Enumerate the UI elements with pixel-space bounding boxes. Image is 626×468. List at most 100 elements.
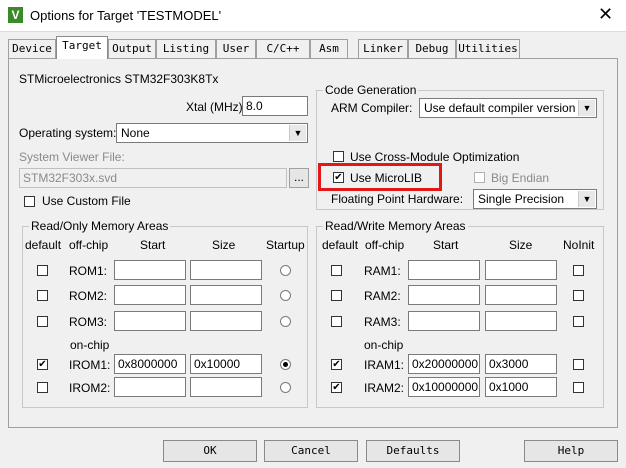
rom-size-input[interactable] [190, 377, 262, 397]
ram-group-title: Read/Write Memory Areas [323, 219, 468, 233]
cross-module-label: Use Cross-Module Optimization [350, 150, 520, 164]
fp-select[interactable]: Single Precision ▼ [473, 189, 597, 209]
microlib-checkbox[interactable]: ✔ [333, 172, 344, 183]
ram-default-checkbox[interactable] [331, 265, 342, 276]
tab-target[interactable]: Target [56, 36, 108, 59]
ram-default-checkbox[interactable] [331, 290, 342, 301]
tab-listing[interactable]: Listing [156, 39, 216, 58]
rom-startup-radio[interactable] [280, 382, 291, 393]
xtal-label: Xtal (MHz): [186, 100, 246, 114]
rom-col-size: Size [212, 238, 236, 252]
ram-onchip-label: on-chip [364, 338, 404, 352]
ram-col-size: Size [509, 238, 533, 252]
ram-row-name: RAM1: [364, 264, 401, 278]
rom-default-checkbox[interactable] [37, 382, 48, 393]
rom-size-input[interactable]: 0x10000 [190, 354, 262, 374]
os-label: Operating system: [19, 126, 117, 140]
chevron-down-icon[interactable]: ▼ [578, 100, 595, 116]
ram-size-input[interactable]: 0x3000 [485, 354, 557, 374]
big-endian-label: Big Endian [491, 171, 550, 185]
big-endian-checkbox[interactable] [474, 172, 485, 183]
ram-noinit-checkbox[interactable] [573, 290, 584, 301]
help-button[interactable]: Help [524, 440, 618, 462]
tab-debug[interactable]: Debug [408, 39, 456, 58]
compiler-select[interactable]: Use default compiler version 5 ▼ [419, 98, 597, 118]
rom-default-checkbox[interactable] [37, 290, 48, 301]
browse-button[interactable]: ... [289, 168, 309, 188]
rom-start-input[interactable] [114, 311, 186, 331]
ram-noinit-checkbox[interactable] [573, 382, 584, 393]
chevron-down-icon[interactable]: ▼ [289, 125, 306, 141]
tab-device[interactable]: Device [8, 39, 56, 58]
ram-row-name: IRAM2: [364, 381, 405, 395]
rom-row-name: ROM1: [69, 264, 108, 278]
ram-default-checkbox[interactable]: ✔ [331, 359, 342, 370]
rom-size-input[interactable] [190, 285, 262, 305]
tab-linker[interactable]: Linker [358, 39, 408, 58]
ram-default-checkbox[interactable] [331, 316, 342, 327]
ram-default-checkbox[interactable]: ✔ [331, 382, 342, 393]
tab-user[interactable]: User [216, 39, 256, 58]
xtal-input[interactable]: 8.0 [242, 96, 308, 116]
cancel-button[interactable]: Cancel [264, 440, 358, 462]
ram-col-start: Start [433, 238, 459, 252]
rom-row-name: IROM2: [69, 381, 111, 395]
ram-col-default: default [322, 238, 359, 252]
rom-default-checkbox[interactable] [37, 265, 48, 276]
fp-select-value: Single Precision [478, 192, 565, 206]
rom-size-input[interactable] [190, 311, 262, 331]
ram-size-input[interactable] [485, 285, 557, 305]
os-select-value: None [121, 126, 150, 140]
ram-noinit-checkbox[interactable] [573, 316, 584, 327]
ram-noinit-checkbox[interactable] [573, 359, 584, 370]
ram-row-name: IRAM1: [364, 358, 405, 372]
keil-uvision-icon: V [8, 7, 23, 23]
ram-start-input[interactable]: 0x10000000 [408, 377, 480, 397]
defaults-button[interactable]: Defaults [366, 440, 460, 462]
ram-noinit-checkbox[interactable] [573, 265, 584, 276]
tab-utilities[interactable]: Utilities [456, 39, 520, 58]
options-dialog: V Options for Target 'TESTMODEL' ✕ Devic… [0, 0, 626, 468]
ram-start-input[interactable] [408, 260, 480, 280]
rom-row-name: IROM1: [69, 358, 111, 372]
rom-size-input[interactable] [190, 260, 262, 280]
rom-startup-radio[interactable] [280, 290, 291, 301]
cross-module-checkbox[interactable] [333, 151, 344, 162]
ram-col-noinit: NoInit [563, 238, 595, 252]
rom-col-startup: Startup [266, 238, 305, 252]
ram-start-input[interactable] [408, 311, 480, 331]
ram-row-name: RAM3: [364, 315, 401, 329]
ram-col-offchip: off-chip [365, 238, 405, 252]
ram-size-input[interactable]: 0x1000 [485, 377, 557, 397]
rom-col-default: default [25, 238, 62, 252]
tab-output[interactable]: Output [108, 39, 156, 58]
title-bar: V Options for Target 'TESTMODEL' ✕ [0, 0, 626, 32]
rom-default-checkbox[interactable] [37, 316, 48, 327]
close-icon[interactable]: ✕ [598, 4, 613, 25]
rom-startup-radio[interactable] [280, 316, 291, 327]
rom-startup-radio[interactable] [280, 265, 291, 276]
rom-start-input[interactable] [114, 377, 186, 397]
code-generation-title: Code Generation [323, 83, 419, 97]
custom-file-checkbox[interactable] [24, 196, 35, 207]
sysviewer-field[interactable]: STM32F303x.svd [19, 168, 287, 188]
ram-size-input[interactable] [485, 260, 557, 280]
tab-asm[interactable]: Asm [310, 39, 348, 58]
rom-startup-radio[interactable] [280, 359, 291, 370]
chevron-down-icon[interactable]: ▼ [578, 191, 595, 207]
rom-row-name: ROM2: [69, 289, 108, 303]
os-select[interactable]: None ▼ [116, 123, 308, 143]
ram-start-input[interactable]: 0x20000000 [408, 354, 480, 374]
sysviewer-label: System Viewer File: [19, 150, 125, 164]
tab-c-cpp[interactable]: C/C++ [256, 39, 310, 58]
custom-file-label: Use Custom File [42, 194, 131, 208]
ok-button[interactable]: OK [163, 440, 257, 462]
rom-start-input[interactable] [114, 260, 186, 280]
ram-start-input[interactable] [408, 285, 480, 305]
ram-size-input[interactable] [485, 311, 557, 331]
rom-start-input[interactable]: 0x8000000 [114, 354, 186, 374]
rom-start-input[interactable] [114, 285, 186, 305]
compiler-label: ARM Compiler: [331, 101, 413, 115]
rom-default-checkbox[interactable]: ✔ [37, 359, 48, 370]
rom-group-title: Read/Only Memory Areas [29, 219, 171, 233]
